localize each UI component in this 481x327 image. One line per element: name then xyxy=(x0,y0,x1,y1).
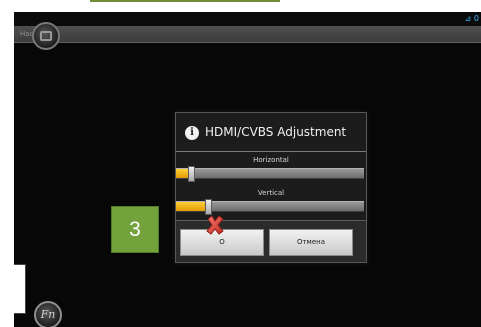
top-accent-line xyxy=(90,0,280,2)
top-strip xyxy=(0,0,481,12)
left-panel xyxy=(14,264,26,314)
header-divider xyxy=(176,151,366,152)
status-bar: ⊿ 0 xyxy=(14,12,481,26)
screenshot: ⊿ 0 Настройки Fn i HDMI/CVBS Adjustment … xyxy=(0,0,481,327)
dialog-header: i HDMI/CVBS Adjustment xyxy=(176,113,366,151)
fn-button[interactable]: Fn xyxy=(34,301,62,327)
cancel-button-label: Отмена xyxy=(296,238,326,246)
close-icon xyxy=(206,215,224,235)
device-screen: ⊿ 0 Настройки Fn i HDMI/CVBS Adjustment … xyxy=(14,12,481,327)
fn-label: Fn xyxy=(40,308,56,321)
vertical-label: Vertical xyxy=(257,189,285,197)
vertical-slider-fill xyxy=(176,202,208,211)
ok-button-label: O xyxy=(219,238,225,246)
dialog-title: HDMI/CVBS Adjustment xyxy=(205,125,347,139)
status-icons: ⊿ 0 xyxy=(464,14,479,23)
horizontal-label: Horizontal xyxy=(253,156,289,164)
hdmi-cvbs-dialog: i HDMI/CVBS Adjustment Horizontal Vertic… xyxy=(175,112,367,263)
cancel-button[interactable]: Отмена xyxy=(269,229,353,256)
step-badge: 3 xyxy=(111,206,159,253)
horizontal-slider[interactable] xyxy=(176,166,364,182)
round-menu-button[interactable] xyxy=(32,22,60,50)
horizontal-slider-thumb[interactable] xyxy=(188,166,196,182)
info-icon: i xyxy=(185,126,199,140)
action-bar: Настройки xyxy=(14,26,481,43)
vertical-slider[interactable] xyxy=(176,199,364,215)
step-number: 3 xyxy=(129,218,141,241)
